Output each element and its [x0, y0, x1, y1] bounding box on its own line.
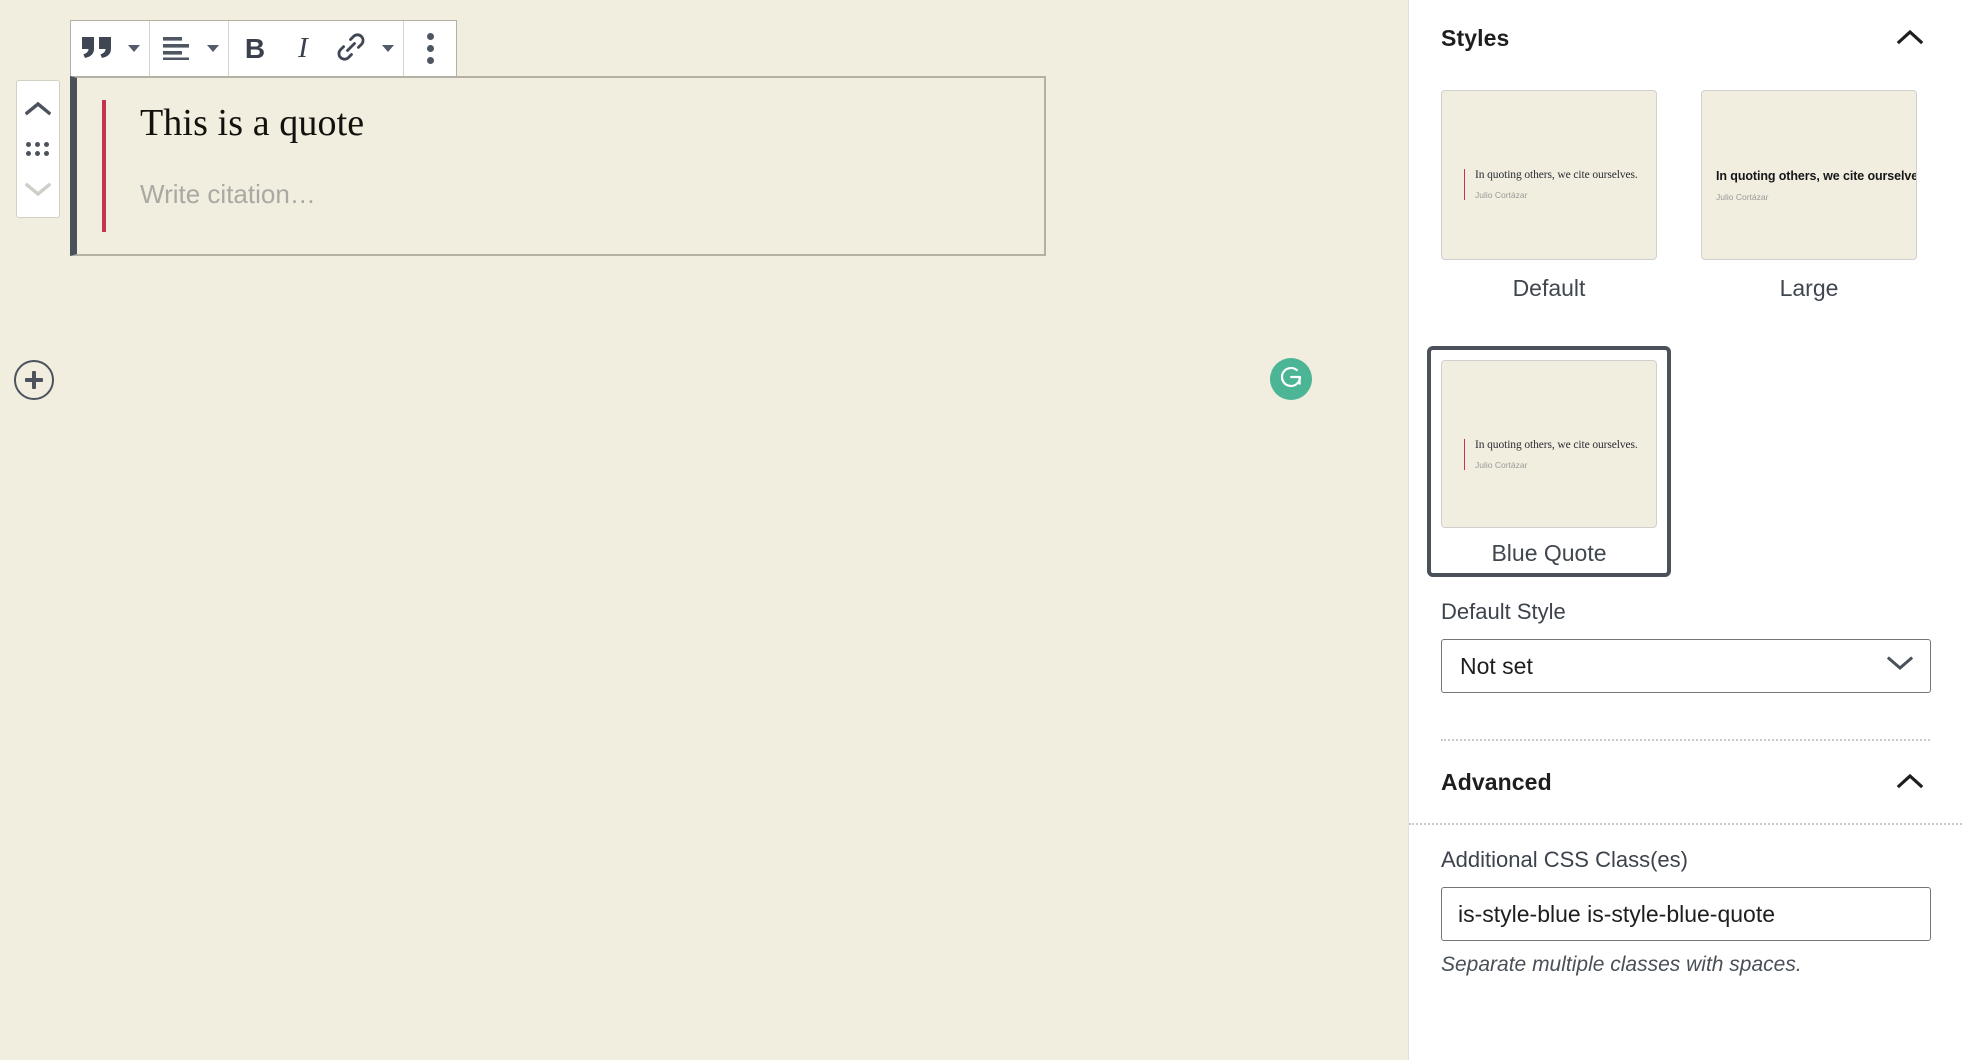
toolbar-group-align	[150, 21, 229, 76]
advanced-panel: Advanced Additional CSS Class(es) Separa…	[1408, 741, 1962, 977]
styles-panel-title: Styles	[1441, 25, 1509, 52]
drag-dot	[44, 142, 49, 147]
css-classes-help-text: Separate multiple classes with spaces.	[1441, 953, 1930, 977]
style-option-default[interactable]: In quoting others, we cite ourselves. Ju…	[1441, 90, 1657, 302]
style-preview-card: In quoting others, we cite ourselves. Ju…	[1441, 90, 1657, 260]
grammarly-button[interactable]	[1270, 358, 1312, 400]
drag-dot	[26, 151, 31, 156]
editor-app: B I	[0, 0, 1962, 1060]
default-style-select[interactable]: Not set	[1441, 639, 1931, 693]
block-type-caret-button[interactable]	[121, 22, 147, 76]
link-button[interactable]	[327, 22, 375, 76]
more-rich-text-button[interactable]	[375, 22, 401, 76]
default-style-select-wrap: Not set	[1441, 639, 1931, 693]
kebab-menu-icon	[427, 33, 434, 64]
style-option-blue-quote[interactable]: In quoting others, we cite ourselves. Ju…	[1427, 346, 1671, 577]
style-preview-quote: In quoting others, we cite ourselves.	[1716, 169, 1906, 183]
styles-panel-header[interactable]: Styles	[1441, 0, 1930, 76]
css-classes-field: Additional CSS Class(es) Separate multip…	[1441, 825, 1930, 977]
style-option-label: Default	[1441, 275, 1657, 302]
chevron-up-icon	[1896, 28, 1924, 49]
toolbar-group-block-type	[71, 21, 150, 76]
advanced-panel-title: Advanced	[1441, 769, 1552, 796]
block-toolbar: B I	[70, 20, 457, 76]
italic-button[interactable]: I	[279, 22, 327, 76]
style-preview-author: Julio Cortázar	[1475, 190, 1646, 200]
style-preview-content: In quoting others, we cite ourselves. Ju…	[1464, 169, 1646, 200]
plus-circle-icon	[25, 371, 43, 389]
chevron-down-icon	[25, 182, 51, 198]
style-preview-content: In quoting others, we cite ourselves. Ju…	[1464, 439, 1646, 470]
style-previews-row-2: In quoting others, we cite ourselves. Ju…	[1441, 302, 1930, 577]
chevron-up-icon	[1896, 772, 1924, 793]
block-mover-toolbar	[16, 80, 60, 218]
quote-content: This is a quote Write citation…	[102, 100, 1044, 232]
editor-canvas: B I	[0, 0, 1408, 1060]
style-preview-quote: In quoting others, we cite ourselves.	[1475, 439, 1646, 451]
caret-down-icon	[128, 45, 140, 52]
align-text-icon	[160, 34, 192, 63]
italic-icon: I	[298, 34, 308, 63]
advanced-panel-collapse-button[interactable]	[1890, 766, 1930, 799]
block-options-button[interactable]	[406, 22, 454, 76]
quote-citation-placeholder[interactable]: Write citation…	[140, 179, 1044, 210]
drag-dot	[44, 151, 49, 156]
style-option-label: Large	[1701, 275, 1917, 302]
add-block-button[interactable]	[14, 360, 54, 400]
quote-icon	[80, 33, 114, 64]
drag-dot	[35, 142, 40, 147]
quote-text[interactable]: This is a quote	[140, 100, 1044, 146]
style-preview-author: Julio Cortázar	[1716, 192, 1906, 202]
toolbar-group-options	[404, 21, 456, 76]
caret-down-icon	[207, 45, 219, 52]
style-preview-author: Julio Cortázar	[1475, 460, 1646, 470]
bold-button[interactable]: B	[231, 22, 279, 76]
align-text-button[interactable]	[152, 22, 200, 76]
default-style-field: Default Style Not set	[1441, 577, 1930, 693]
bold-icon: B	[245, 35, 265, 63]
block-settings-sidebar: Styles In quoting others, we cite oursel…	[1408, 0, 1962, 1060]
caret-down-icon	[382, 45, 394, 52]
style-preview-card: In quoting others, we cite ourselves. Ju…	[1441, 360, 1657, 528]
quote-block[interactable]: This is a quote Write citation…	[70, 76, 1046, 256]
styles-panel-collapse-button[interactable]	[1890, 22, 1930, 55]
align-caret-button[interactable]	[200, 22, 226, 76]
toolbar-group-formatting: B I	[229, 21, 404, 76]
drag-dot	[35, 151, 40, 156]
style-option-large[interactable]: In quoting others, we cite ourselves. Ju…	[1701, 90, 1917, 302]
css-classes-input[interactable]	[1441, 887, 1931, 941]
default-style-label: Default Style	[1441, 599, 1930, 625]
chevron-up-icon	[25, 100, 51, 116]
styles-panel: Styles In quoting others, we cite oursel…	[1409, 0, 1962, 741]
move-block-down-button[interactable]	[18, 172, 58, 208]
advanced-panel-body: Additional CSS Class(es) Separate multip…	[1409, 825, 1962, 977]
drag-handle-icon[interactable]	[25, 138, 51, 160]
drag-dot	[26, 142, 31, 147]
block-type-button[interactable]	[73, 22, 121, 76]
move-block-up-button[interactable]	[18, 90, 58, 126]
style-preview-content: In quoting others, we cite ourselves. Ju…	[1716, 169, 1906, 202]
grammarly-icon	[1278, 364, 1304, 395]
style-previews-row-1: In quoting others, we cite ourselves. Ju…	[1441, 76, 1930, 302]
css-classes-label: Additional CSS Class(es)	[1441, 847, 1930, 873]
style-option-label: Blue Quote	[1441, 540, 1657, 567]
style-preview-card: In quoting others, we cite ourselves. Ju…	[1701, 90, 1917, 260]
style-preview-quote: In quoting others, we cite ourselves.	[1475, 169, 1646, 181]
advanced-panel-header[interactable]: Advanced	[1409, 741, 1962, 823]
link-icon	[335, 32, 367, 65]
